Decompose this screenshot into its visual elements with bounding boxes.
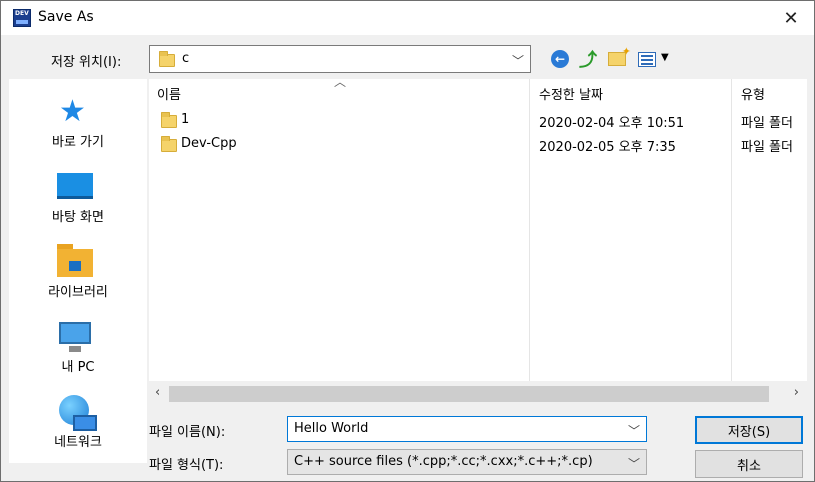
title-bar: DEV Save As ✕ [1, 1, 814, 35]
places-bar: ★ 바로 가기 바탕 화면 라이브러리 내 PC 네트워크 [9, 79, 147, 463]
place-label: 라이브러리 [48, 285, 108, 300]
save-button[interactable]: 저장(S) [695, 416, 803, 444]
view-menu-icon[interactable] [636, 48, 658, 70]
folder-icon [161, 112, 177, 128]
scroll-right-icon[interactable]: › [794, 385, 799, 400]
up-folder-icon[interactable]: ⤴ [577, 48, 599, 71]
desktop-icon [57, 173, 93, 199]
chevron-down-icon[interactable]: ﹀ [512, 52, 524, 69]
list-item[interactable]: 1 2020-02-04 오후 10:51 파일 폴더 [149, 109, 807, 133]
place-this-pc[interactable]: 내 PC [9, 312, 147, 384]
modified-cell: 2020-02-05 오후 7:35 [539, 140, 676, 155]
save-as-dialog: DEV Save As ✕ 저장 위치(I): c ﹀ ← ⤴ ▼ ★ 바로 가… [0, 0, 815, 482]
file-name-cell: 1 [181, 112, 190, 127]
back-icon[interactable]: ← [549, 48, 571, 70]
new-folder-icon[interactable] [606, 45, 631, 70]
type-cell: 파일 폴더 [741, 116, 793, 131]
look-in-value: c [182, 51, 190, 66]
list-item[interactable]: Dev-Cpp 2020-02-05 오후 7:35 파일 폴더 [149, 133, 807, 157]
place-libraries[interactable]: 라이브러리 [9, 237, 147, 309]
modified-cell: 2020-02-04 오후 10:51 [539, 116, 685, 131]
place-label: 바탕 화면 [52, 210, 104, 225]
scrollbar-thumb[interactable] [169, 386, 769, 402]
library-icon [57, 244, 93, 277]
type-cell: 파일 폴더 [741, 140, 793, 155]
chevron-down-icon[interactable]: ﹀ [628, 422, 640, 439]
folder-icon [161, 136, 177, 152]
pc-icon [59, 322, 91, 352]
place-label: 네트워크 [54, 435, 102, 450]
column-header-name[interactable]: 이름 [157, 79, 181, 105]
file-list[interactable]: ︿ 이름 수정한 날짜 유형 1 2020-02-04 오후 10:51 파일 … [149, 79, 807, 381]
place-quick-access[interactable]: ★ 바로 가기 [9, 87, 147, 159]
folder-icon [159, 51, 175, 67]
dev-cpp-app-icon: DEV [13, 9, 31, 27]
look-in-combo[interactable]: c ﹀ [149, 45, 531, 73]
view-menu-caret-icon[interactable]: ▼ [661, 52, 669, 63]
window-title: Save As [38, 9, 94, 25]
file-type-label: 파일 형식(T): [149, 458, 224, 473]
scroll-left-icon[interactable]: ‹ [155, 385, 160, 400]
horizontal-scrollbar[interactable]: ‹ › [149, 383, 807, 405]
place-network[interactable]: 네트워크 [9, 387, 147, 459]
place-label: 바로 가기 [52, 135, 104, 150]
place-label: 내 PC [61, 360, 95, 375]
file-type-select[interactable]: C++ source files (*.cpp;*.cc;*.cxx;*.c++… [287, 449, 647, 475]
file-type-value: C++ source files (*.cpp;*.cc;*.cxx;*.c++… [294, 454, 593, 469]
chevron-down-icon[interactable]: ﹀ [628, 455, 640, 472]
column-header-type[interactable]: 유형 [741, 79, 765, 105]
star-icon: ★ [59, 94, 86, 129]
network-icon [59, 395, 97, 431]
look-in-label: 저장 위치(I): [51, 55, 122, 70]
file-name-value[interactable]: Hello World [294, 421, 368, 436]
file-name-input[interactable]: Hello World ﹀ [287, 416, 647, 442]
cancel-button[interactable]: 취소 [695, 450, 803, 478]
place-desktop[interactable]: 바탕 화면 [9, 162, 147, 234]
file-name-cell: Dev-Cpp [181, 136, 237, 151]
file-name-label: 파일 이름(N): [149, 425, 226, 440]
column-header-modified[interactable]: 수정한 날짜 [539, 79, 603, 105]
close-button[interactable]: ✕ [768, 1, 814, 35]
sort-ascending-icon: ︿ [334, 79, 347, 89]
